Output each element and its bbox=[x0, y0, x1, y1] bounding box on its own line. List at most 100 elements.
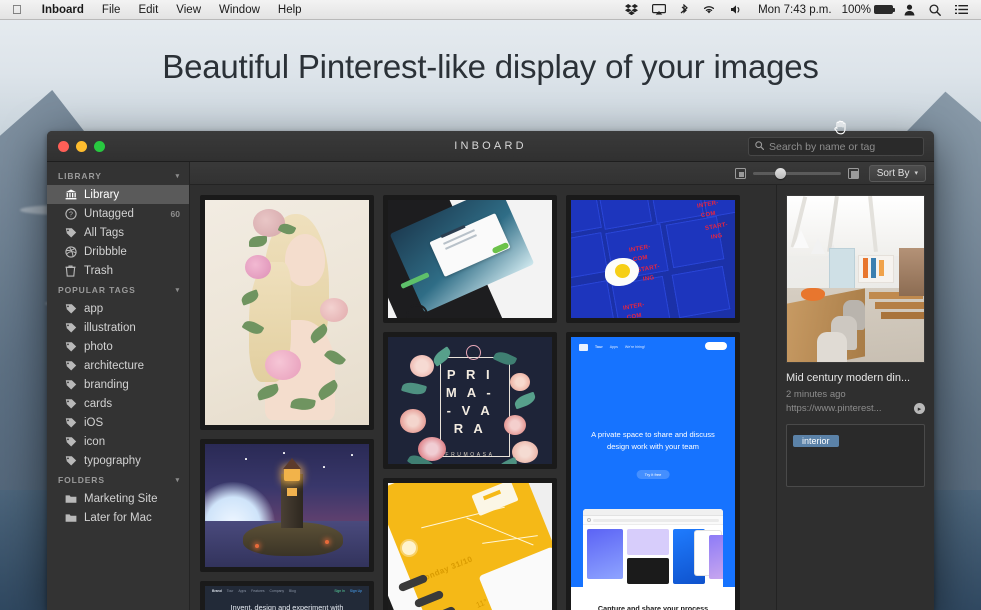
tag-icon bbox=[64, 341, 77, 352]
battery-percent[interactable]: 100% bbox=[840, 4, 897, 16]
try-free-button[interactable]: Try it free bbox=[637, 470, 670, 479]
thumbnail-size-slider[interactable] bbox=[753, 172, 841, 175]
tag-icon bbox=[64, 322, 77, 333]
fashion-portrait-artwork bbox=[205, 200, 369, 425]
grid-card-invent-design-interaction-site[interactable]: Brand TourApps FeaturesCompanyBlog Sign … bbox=[200, 581, 374, 610]
sidebar-item-icon[interactable]: icon bbox=[47, 432, 189, 451]
sidebar-item-library[interactable]: Library bbox=[47, 185, 189, 204]
tag-icon bbox=[64, 303, 77, 314]
tag-icon bbox=[64, 398, 77, 409]
grid-card-fashion-portrait-roses[interactable] bbox=[200, 195, 374, 430]
tag-chip-interior[interactable]: interior bbox=[793, 435, 839, 447]
search-input[interactable]: Search by name or tag bbox=[748, 137, 924, 156]
brand-logo-icon bbox=[579, 344, 588, 351]
grid-card-yellow-weather-app-mockup[interactable]: Monday 31/10 11° bbox=[383, 478, 557, 610]
inspector-url[interactable]: https://www.pinterest... bbox=[786, 403, 909, 414]
sidebar: LIBRARY ▾ Library ? Untagged 60 bbox=[47, 162, 190, 610]
sidebar-item-all-tags[interactable]: All Tags bbox=[47, 223, 189, 242]
sidebar-item-branding[interactable]: branding bbox=[47, 375, 189, 394]
menu-item-view[interactable]: View bbox=[167, 4, 210, 16]
sidebar-item-cards[interactable]: cards bbox=[47, 394, 189, 413]
sidebar-item-ios[interactable]: iOS bbox=[47, 413, 189, 432]
dribbble-icon bbox=[64, 246, 77, 258]
spotlight-search-icon[interactable] bbox=[922, 4, 948, 16]
user-icon[interactable] bbox=[897, 4, 922, 16]
small-thumbnail-icon[interactable] bbox=[735, 168, 746, 179]
window-title-bar[interactable]: INBOARD Search by name or tag bbox=[47, 131, 934, 162]
large-thumbnail-icon[interactable] bbox=[848, 168, 859, 179]
thumbnail-size-control[interactable] bbox=[735, 168, 859, 179]
inspector-tag-box[interactable]: interior bbox=[786, 424, 925, 487]
search-icon bbox=[755, 141, 764, 153]
grid-card-iphone-app-mockup[interactable] bbox=[383, 195, 557, 323]
sort-by-label: Sort By bbox=[877, 168, 910, 179]
capture-share-caption: Capture and share your process bbox=[571, 604, 735, 610]
sidebar-section-popular-tags-header[interactable]: POPULAR TAGS ▾ bbox=[47, 280, 189, 299]
open-link-icon[interactable]: ▸ bbox=[914, 403, 925, 414]
chevron-down-icon[interactable]: ▾ bbox=[176, 172, 180, 180]
menu-item-edit[interactable]: Edit bbox=[129, 4, 167, 16]
sort-by-button[interactable]: Sort By ▾ bbox=[869, 165, 926, 182]
mock-nav: Brand TourApps FeaturesCompanyBlog Sign … bbox=[205, 586, 369, 596]
grid-toolbar: Sort By ▾ bbox=[190, 162, 934, 185]
grid-card-private-space-landing-page[interactable]: Tour Apps We're hiring! A private space … bbox=[566, 332, 740, 610]
inspector-panel: Mid century modern din... 2 minutes ago … bbox=[776, 185, 934, 610]
sidebar-item-typography[interactable]: typography bbox=[47, 451, 189, 470]
volume-icon[interactable] bbox=[723, 4, 750, 15]
bluetooth-icon[interactable] bbox=[673, 4, 695, 16]
grid-card-primavera-floral-poster[interactable]: P R I M A - - V A R A FRUMOASA bbox=[383, 332, 557, 469]
sidebar-item-label: architecture bbox=[84, 360, 180, 372]
menu-item-help[interactable]: Help bbox=[269, 4, 311, 16]
sidebar-item-label: icon bbox=[84, 436, 180, 448]
image-grid[interactable]: Brand TourApps FeaturesCompanyBlog Sign … bbox=[190, 185, 776, 610]
grid-card-blue-boxes-egg-photo[interactable]: INTER- COM START- ING INTER- COM START- … bbox=[566, 195, 740, 323]
grid-card-lighthouse-night-illustration[interactable] bbox=[200, 439, 374, 572]
sidebar-item-label: typography bbox=[84, 455, 180, 467]
menu-item-file[interactable]: File bbox=[93, 4, 130, 16]
chevron-down-icon[interactable]: ▾ bbox=[176, 286, 180, 294]
yellow-weather-artwork: Monday 31/10 11° bbox=[388, 483, 552, 610]
inspector-thumbnail[interactable] bbox=[786, 195, 925, 363]
sidebar-item-count: 60 bbox=[171, 209, 180, 219]
menu-item-inboard[interactable]: Inboard bbox=[33, 4, 93, 16]
sidebar-item-trash[interactable]: Trash bbox=[47, 261, 189, 280]
chevron-down-icon: ▾ bbox=[914, 169, 918, 177]
sidebar-item-marketing-site[interactable]: Marketing Site bbox=[47, 489, 189, 508]
sign-up-pill[interactable] bbox=[705, 342, 727, 350]
menu-item-window[interactable]: Window bbox=[210, 4, 269, 16]
menu-clock[interactable]: Mon 7:43 p.m. bbox=[750, 4, 840, 16]
sidebar-section-folders-header[interactable]: FOLDERS ▾ bbox=[47, 470, 189, 489]
sidebar-item-label: illustration bbox=[84, 322, 180, 334]
battery-icon bbox=[874, 5, 893, 14]
macos-menu-bar:  Inboard File Edit View Window Help Mon… bbox=[0, 0, 981, 20]
window-body: LIBRARY ▾ Library ? Untagged 60 bbox=[47, 162, 934, 610]
tag-icon bbox=[64, 436, 77, 447]
dropbox-icon[interactable] bbox=[618, 4, 645, 15]
apple-logo-icon[interactable]:  bbox=[0, 3, 33, 16]
slider-knob[interactable] bbox=[775, 168, 786, 179]
inboard-app-window: INBOARD Search by name or tag LIBRARY ▾ … bbox=[47, 131, 934, 610]
sidebar-item-label: iOS bbox=[84, 417, 180, 429]
sidebar-item-illustration[interactable]: illustration bbox=[47, 318, 189, 337]
inspector-url-row[interactable]: https://www.pinterest... ▸ bbox=[786, 403, 925, 414]
sidebar-item-label: app bbox=[84, 303, 180, 315]
battery-percent-label: 100% bbox=[842, 4, 871, 16]
sidebar-item-dribbble[interactable]: Dribbble bbox=[47, 242, 189, 261]
tag-icon bbox=[64, 227, 77, 238]
sidebar-item-app[interactable]: app bbox=[47, 299, 189, 318]
notification-center-icon[interactable] bbox=[948, 4, 975, 15]
wifi-icon[interactable] bbox=[695, 4, 723, 15]
iphone-mockup-artwork bbox=[388, 200, 552, 318]
sidebar-item-label: cards bbox=[84, 398, 180, 410]
sidebar-item-architecture[interactable]: architecture bbox=[47, 356, 189, 375]
invent-design-artwork: Brand TourApps FeaturesCompanyBlog Sign … bbox=[205, 586, 369, 610]
airplay-icon[interactable] bbox=[645, 4, 673, 15]
sidebar-item-untagged[interactable]: ? Untagged 60 bbox=[47, 204, 189, 223]
sidebar-item-later-for-mac[interactable]: Later for Mac bbox=[47, 508, 189, 527]
sidebar-section-library-header[interactable]: LIBRARY ▾ bbox=[47, 166, 189, 185]
sidebar-item-label: All Tags bbox=[84, 227, 173, 239]
chevron-down-icon[interactable]: ▾ bbox=[176, 476, 180, 484]
sidebar-item-label: Trash bbox=[84, 265, 173, 277]
sidebar-item-photo[interactable]: photo bbox=[47, 337, 189, 356]
grab-hand-cursor-icon bbox=[832, 118, 850, 136]
